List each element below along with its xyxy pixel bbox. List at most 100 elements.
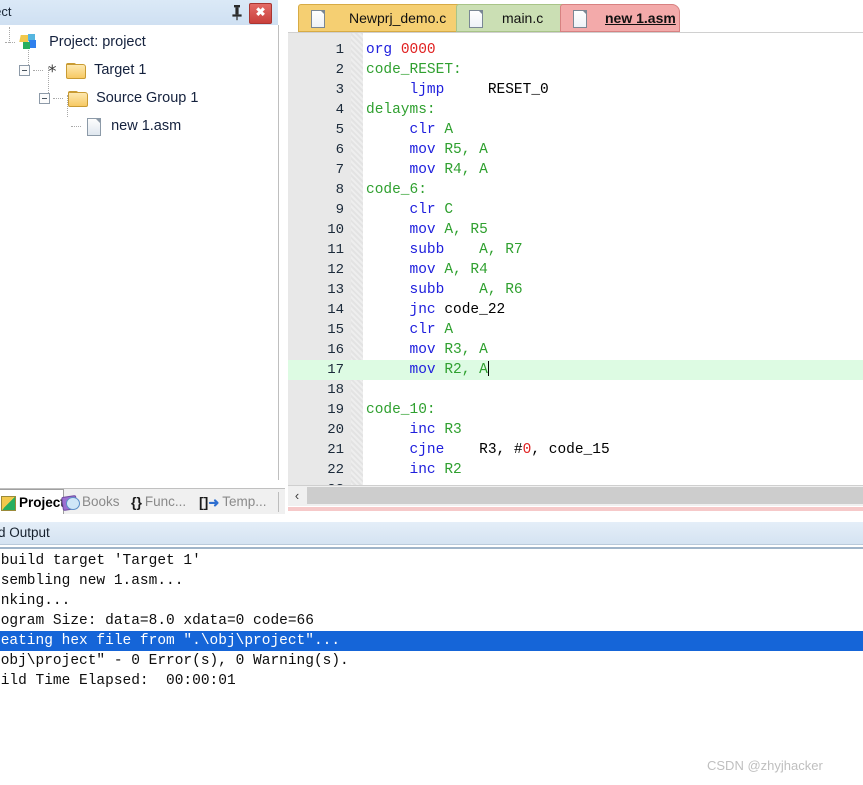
panel-tab-templates[interactable]: []➜ Temp... [199, 489, 267, 515]
code-text-area[interactable]: 1 org 0000 2 code_RESET: 3 ljmp RESET_0 4 dela… [288, 33, 863, 485]
line-number: 17 [327, 362, 344, 378]
tree-connector [53, 97, 63, 100]
panel-tab-project[interactable]: Project [0, 489, 65, 515]
code-line[interactable]: 12 mov A, R4 [288, 260, 863, 280]
target-icon [48, 59, 61, 86]
panel-tab-functions[interactable]: {} Func... [131, 489, 186, 515]
code-line-text: cjne R3, #0, code_15 [366, 442, 610, 458]
code-line[interactable]: 10 mov A, R5 [288, 220, 863, 240]
folder-icon [66, 63, 87, 79]
code-line[interactable]: 13 subb A, R6 [288, 280, 863, 300]
code-line[interactable]: 7 mov R4, A [288, 160, 863, 180]
code-editor: Newprj_demo.c main.c new 1.asm 1 org 0000… [288, 0, 863, 514]
line-number: 22 [327, 462, 344, 478]
build-output-line[interactable]: inking... [0, 591, 70, 611]
text-cursor [487, 361, 489, 376]
editor-tab-label: main.c [502, 10, 544, 26]
code-line[interactable]: 9 clr C [288, 200, 863, 220]
code-line[interactable]: 19 code_10: [288, 400, 863, 420]
code-line-text: subb A, R7 [366, 242, 523, 258]
editor-horizontal-scrollbar[interactable]: ‹ [288, 485, 863, 506]
folder-icon [68, 91, 89, 107]
scrollbar-thumb[interactable] [307, 487, 863, 504]
line-number: 18 [327, 382, 344, 398]
code-line-text: ljmp RESET_0 [366, 82, 549, 98]
tree-connector [5, 41, 15, 44]
editor-tab-bar: Newprj_demo.c main.c new 1.asm [288, 0, 863, 34]
code-line-text: delayms: [366, 102, 436, 118]
tree-item-file[interactable]: new 1.asm [58, 113, 181, 140]
code-line[interactable]: 17 mov R2, A [288, 360, 863, 380]
line-number: 15 [327, 322, 344, 338]
code-line[interactable]: 18 [288, 380, 863, 400]
editor-tab-label: new 1.asm [605, 10, 676, 26]
code-line[interactable]: 3 ljmp RESET_0 [288, 80, 863, 100]
line-number: 11 [327, 242, 344, 258]
line-number: 6 [335, 142, 344, 158]
code-line-text: mov A, R4 [366, 262, 488, 278]
code-line[interactable]: 20 inc R3 [288, 420, 863, 440]
pin-icon[interactable] [229, 4, 245, 21]
build-output-text[interactable]: ebuild target 'Target 1' ssembling new 1.… [0, 551, 863, 731]
code-line-text: clr C [366, 202, 454, 218]
project-panel-titlebar: oject ✖ [0, 0, 278, 26]
panel-tab-label: Temp... [222, 494, 267, 510]
editor-tab-newprj-demo-c[interactable]: Newprj_demo.c [298, 4, 470, 32]
project-tab-icon [1, 495, 16, 511]
code-line[interactable]: 1 org 0000 [288, 40, 863, 60]
editor-tab-new-1-asm[interactable]: new 1.asm [560, 4, 680, 32]
panel-tab-label: Books [82, 494, 120, 509]
code-line[interactable]: 14 jnc code_22 [288, 300, 863, 320]
code-line[interactable]: 16 mov R3, A [288, 340, 863, 360]
code-line-text: mov A, R5 [366, 222, 488, 238]
tree-item-label: Source Group 1 [96, 90, 199, 106]
tree-item-label: new 1.asm [111, 118, 182, 134]
code-line[interactable]: 21 cjne R3, #0, code_15 [288, 440, 863, 460]
code-line-text: code_10: [366, 402, 436, 418]
project-tree: Project: project Target 1 Source Group 1 [0, 25, 279, 480]
code-line[interactable]: 15 clr A [288, 320, 863, 340]
build-output-line[interactable]: ssembling new 1.asm... [0, 571, 183, 591]
code-line-text: org 0000 [366, 42, 436, 58]
code-line-text: code_6: [366, 182, 427, 198]
project-panel: oject ✖ [0, 0, 279, 505]
tree-item-source-group[interactable]: Source Group 1 [39, 85, 198, 112]
build-output-line[interactable]: uild Time Elapsed: 00:00:01 [0, 671, 236, 691]
template-icon: []➜ [199, 494, 220, 510]
build-output-line[interactable]: \obj\project" - 0 Error(s), 0 Warning(s)… [0, 651, 349, 671]
tree-expander-icon[interactable] [19, 65, 30, 76]
code-line-text: mov R3, A [366, 342, 488, 358]
code-line[interactable]: 5 clr A [288, 120, 863, 140]
tab-divider [278, 492, 279, 512]
panel-tab-books[interactable]: Books [61, 489, 120, 515]
scroll-left-icon[interactable]: ‹ [288, 486, 306, 505]
code-line[interactable]: 4 delayms: [288, 100, 863, 120]
code-line[interactable]: 8 code_6: [288, 180, 863, 200]
code-line[interactable]: 22 inc R2 [288, 460, 863, 480]
tree-item-target[interactable]: Target 1 [19, 57, 147, 86]
line-number: 7 [335, 162, 344, 178]
code-line-text: mov R2, A [366, 361, 489, 378]
code-line-text: jnc code_22 [366, 302, 506, 318]
tree-expander-icon[interactable] [39, 93, 50, 104]
code-line-text: inc R2 [366, 462, 462, 478]
build-output-line[interactable]: rogram Size: data=8.0 xdata=0 code=66 [0, 611, 314, 631]
close-icon[interactable]: ✖ [249, 3, 272, 24]
tree-item-label: Target 1 [94, 62, 147, 78]
project-panel-title: oject [0, 4, 12, 19]
editor-bottom-edge [288, 507, 863, 511]
app-window: oject ✖ [0, 0, 863, 785]
tree-connector [71, 125, 81, 128]
line-number: 19 [327, 402, 344, 418]
build-output-line[interactable]: ebuild target 'Target 1' [0, 551, 201, 571]
panel-tab-label: Project [19, 495, 65, 510]
line-number: 20 [327, 422, 344, 438]
project-icon [19, 34, 40, 51]
build-output-line-selected[interactable]: reating hex file from ".\obj\project"... [0, 631, 863, 651]
code-line[interactable]: 11 subb A, R7 [288, 240, 863, 260]
code-line-text: mov R5, A [366, 142, 488, 158]
code-line-text: clr A [366, 122, 454, 138]
code-line[interactable]: 6 mov R5, A [288, 140, 863, 160]
code-line[interactable]: 2 code_RESET: [288, 60, 863, 80]
tree-item-project[interactable]: Project: project [0, 29, 146, 56]
